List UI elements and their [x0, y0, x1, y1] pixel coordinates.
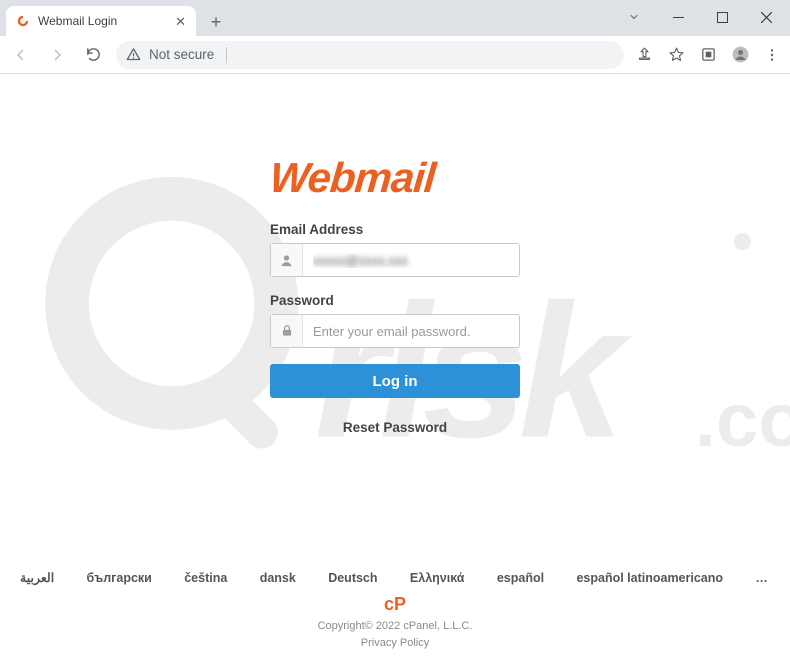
- language-option[interactable]: العربية: [20, 570, 54, 585]
- tab-close-icon[interactable]: ✕: [175, 15, 186, 28]
- password-input-wrap: [270, 314, 520, 348]
- window-dropdown-icon[interactable]: [612, 2, 656, 32]
- brand-name: Webmail: [268, 154, 437, 202]
- share-icon[interactable]: [634, 45, 654, 65]
- language-bar: العربية български čeština dansk Deutsch …: [20, 570, 770, 585]
- menu-kebab-icon[interactable]: [762, 45, 782, 65]
- reset-password-link[interactable]: Reset Password: [270, 420, 520, 435]
- cpanel-favicon-icon: [16, 14, 30, 28]
- new-tab-button[interactable]: +: [202, 8, 230, 36]
- password-label: Password: [270, 293, 520, 308]
- address-bar[interactable]: Not secure: [116, 41, 624, 69]
- toolbar-right: [634, 45, 782, 65]
- address-separator: [226, 47, 227, 63]
- page-viewport: risk .com Webmail Email Address Password…: [0, 74, 790, 665]
- window-minimize-button[interactable]: [656, 2, 700, 32]
- security-warning-icon: [126, 47, 141, 62]
- tab-title: Webmail Login: [38, 14, 167, 28]
- password-input[interactable]: [303, 315, 519, 347]
- user-icon: [271, 244, 303, 276]
- browser-tab[interactable]: Webmail Login ✕: [6, 6, 196, 36]
- language-more[interactable]: …: [755, 571, 770, 585]
- language-option[interactable]: español: [497, 571, 544, 585]
- language-option[interactable]: Deutsch: [328, 571, 377, 585]
- bookmark-star-icon[interactable]: [666, 45, 686, 65]
- login-card: Webmail Email Address Password Log in Re…: [270, 154, 520, 435]
- extensions-icon[interactable]: [698, 45, 718, 65]
- email-input[interactable]: [303, 244, 519, 276]
- language-option[interactable]: dansk: [260, 571, 296, 585]
- window-controls: [612, 2, 788, 32]
- footer: cP Copyright© 2022 cPanel, L.L.C. Privac…: [0, 591, 790, 651]
- window-maximize-button[interactable]: [700, 2, 744, 32]
- email-label: Email Address: [270, 222, 520, 237]
- forward-button-icon[interactable]: [44, 42, 70, 68]
- window-titlebar: Webmail Login ✕ +: [0, 0, 790, 36]
- reload-button-icon[interactable]: [80, 42, 106, 68]
- brand-logo: Webmail: [270, 154, 520, 202]
- security-label: Not secure: [149, 47, 214, 62]
- language-option[interactable]: български: [87, 571, 152, 585]
- window-close-button[interactable]: [744, 2, 788, 32]
- back-button-icon[interactable]: [8, 42, 34, 68]
- browser-toolbar: Not secure: [0, 36, 790, 74]
- footer-copyright: Copyright© 2022 cPanel, L.L.C.: [318, 620, 473, 632]
- login-button[interactable]: Log in: [270, 364, 520, 398]
- lock-icon: [271, 315, 303, 347]
- profile-avatar-icon[interactable]: [730, 45, 750, 65]
- language-option[interactable]: čeština: [184, 571, 227, 585]
- svg-text:.com: .com: [695, 378, 790, 463]
- privacy-policy-link[interactable]: Privacy Policy: [361, 637, 429, 649]
- language-option[interactable]: español latinoamericano: [576, 571, 723, 585]
- email-input-wrap: [270, 243, 520, 277]
- cpanel-logo-icon[interactable]: cP: [384, 594, 406, 614]
- language-option[interactable]: Ελληνικά: [410, 571, 465, 585]
